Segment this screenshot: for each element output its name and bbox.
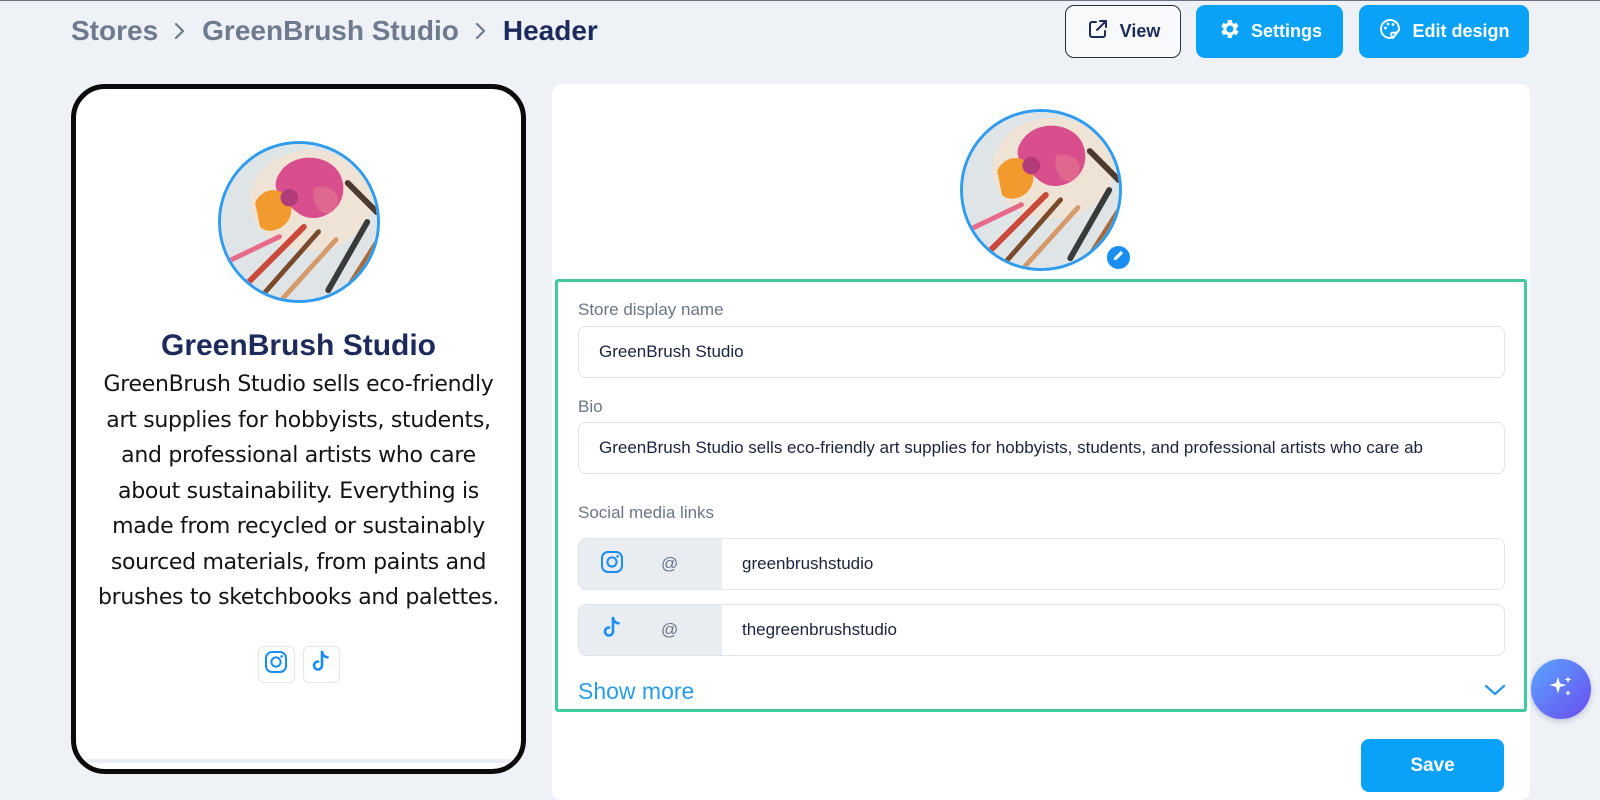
preview-bio: GreenBrush Studio sells eco-friendly art… (97, 372, 500, 610)
instagram-icon (599, 549, 625, 580)
store-name-label: Store display name (578, 300, 724, 319)
breadcrumb-store[interactable]: GreenBrush Studio (202, 15, 459, 47)
edit-design-button[interactable]: Edit design (1359, 5, 1529, 58)
settings-button[interactable]: Settings (1196, 5, 1343, 58)
instagram-icon (263, 649, 289, 680)
art-supplies-image (220, 144, 377, 300)
view-button[interactable]: View (1065, 5, 1181, 58)
social-links-label: Social media links (578, 503, 715, 522)
view-button-label: View (1119, 21, 1161, 41)
breadcrumb-stores[interactable]: Stores (71, 15, 158, 47)
tiktok-icon (599, 615, 625, 646)
ai-assistant-button[interactable] (1531, 659, 1591, 719)
store-preview: GreenBrush Studio GreenBrush Studio sell… (71, 84, 526, 774)
preview-tiktok-link[interactable] (302, 645, 340, 683)
art-supplies-image (963, 112, 1119, 268)
sparkles-icon (1546, 672, 1576, 707)
palette-icon (1378, 17, 1402, 46)
store-name-input[interactable]: GreenBrush Studio (578, 326, 1505, 378)
tiktok-link-field: @ thegreenbrushstudio (578, 604, 1505, 656)
store-avatar[interactable] (960, 109, 1122, 271)
external-link-icon (1086, 17, 1110, 46)
edit-design-button-label: Edit design (1412, 21, 1510, 41)
tiktok-addon: @ (579, 605, 722, 655)
gear-icon (1217, 17, 1241, 46)
preview-bottom-edge (86, 759, 511, 763)
window-top-border (0, 0, 1600, 1)
breadcrumb: Stores GreenBrush Studio Header (71, 13, 598, 49)
tiktok-icon (308, 649, 334, 680)
chevron-down-icon[interactable] (1484, 683, 1506, 697)
edit-avatar-button[interactable] (1105, 244, 1132, 271)
chevron-right-icon (158, 21, 202, 41)
pencil-icon (1112, 249, 1125, 267)
instagram-addon: @ (579, 539, 722, 589)
preview-store-name: GreenBrush Studio (160, 329, 437, 362)
instagram-handle-input[interactable]: greenbrushstudio (722, 539, 1504, 589)
show-more-link[interactable]: Show more (578, 678, 694, 705)
bio-input[interactable]: GreenBrush Studio sells eco-friendly art… (578, 422, 1505, 474)
preview-social-links (257, 645, 340, 683)
chevron-right-icon (459, 21, 503, 41)
header-editor-panel: Store display name GreenBrush Studio Bio… (552, 84, 1530, 800)
bio-label: Bio (578, 397, 603, 416)
settings-button-label: Settings (1250, 21, 1322, 41)
at-prefix: @ (661, 554, 679, 573)
instagram-link-field: @ greenbrushstudio (578, 538, 1505, 590)
preview-avatar (217, 141, 380, 303)
breadcrumb-current: Header (502, 15, 598, 46)
header-form: Store display name GreenBrush Studio Bio… (555, 279, 1527, 712)
preview-instagram-link[interactable] (257, 645, 295, 683)
tiktok-handle-input[interactable]: thegreenbrushstudio (722, 605, 1504, 655)
save-button[interactable]: Save (1361, 739, 1504, 792)
at-prefix: @ (661, 620, 679, 639)
